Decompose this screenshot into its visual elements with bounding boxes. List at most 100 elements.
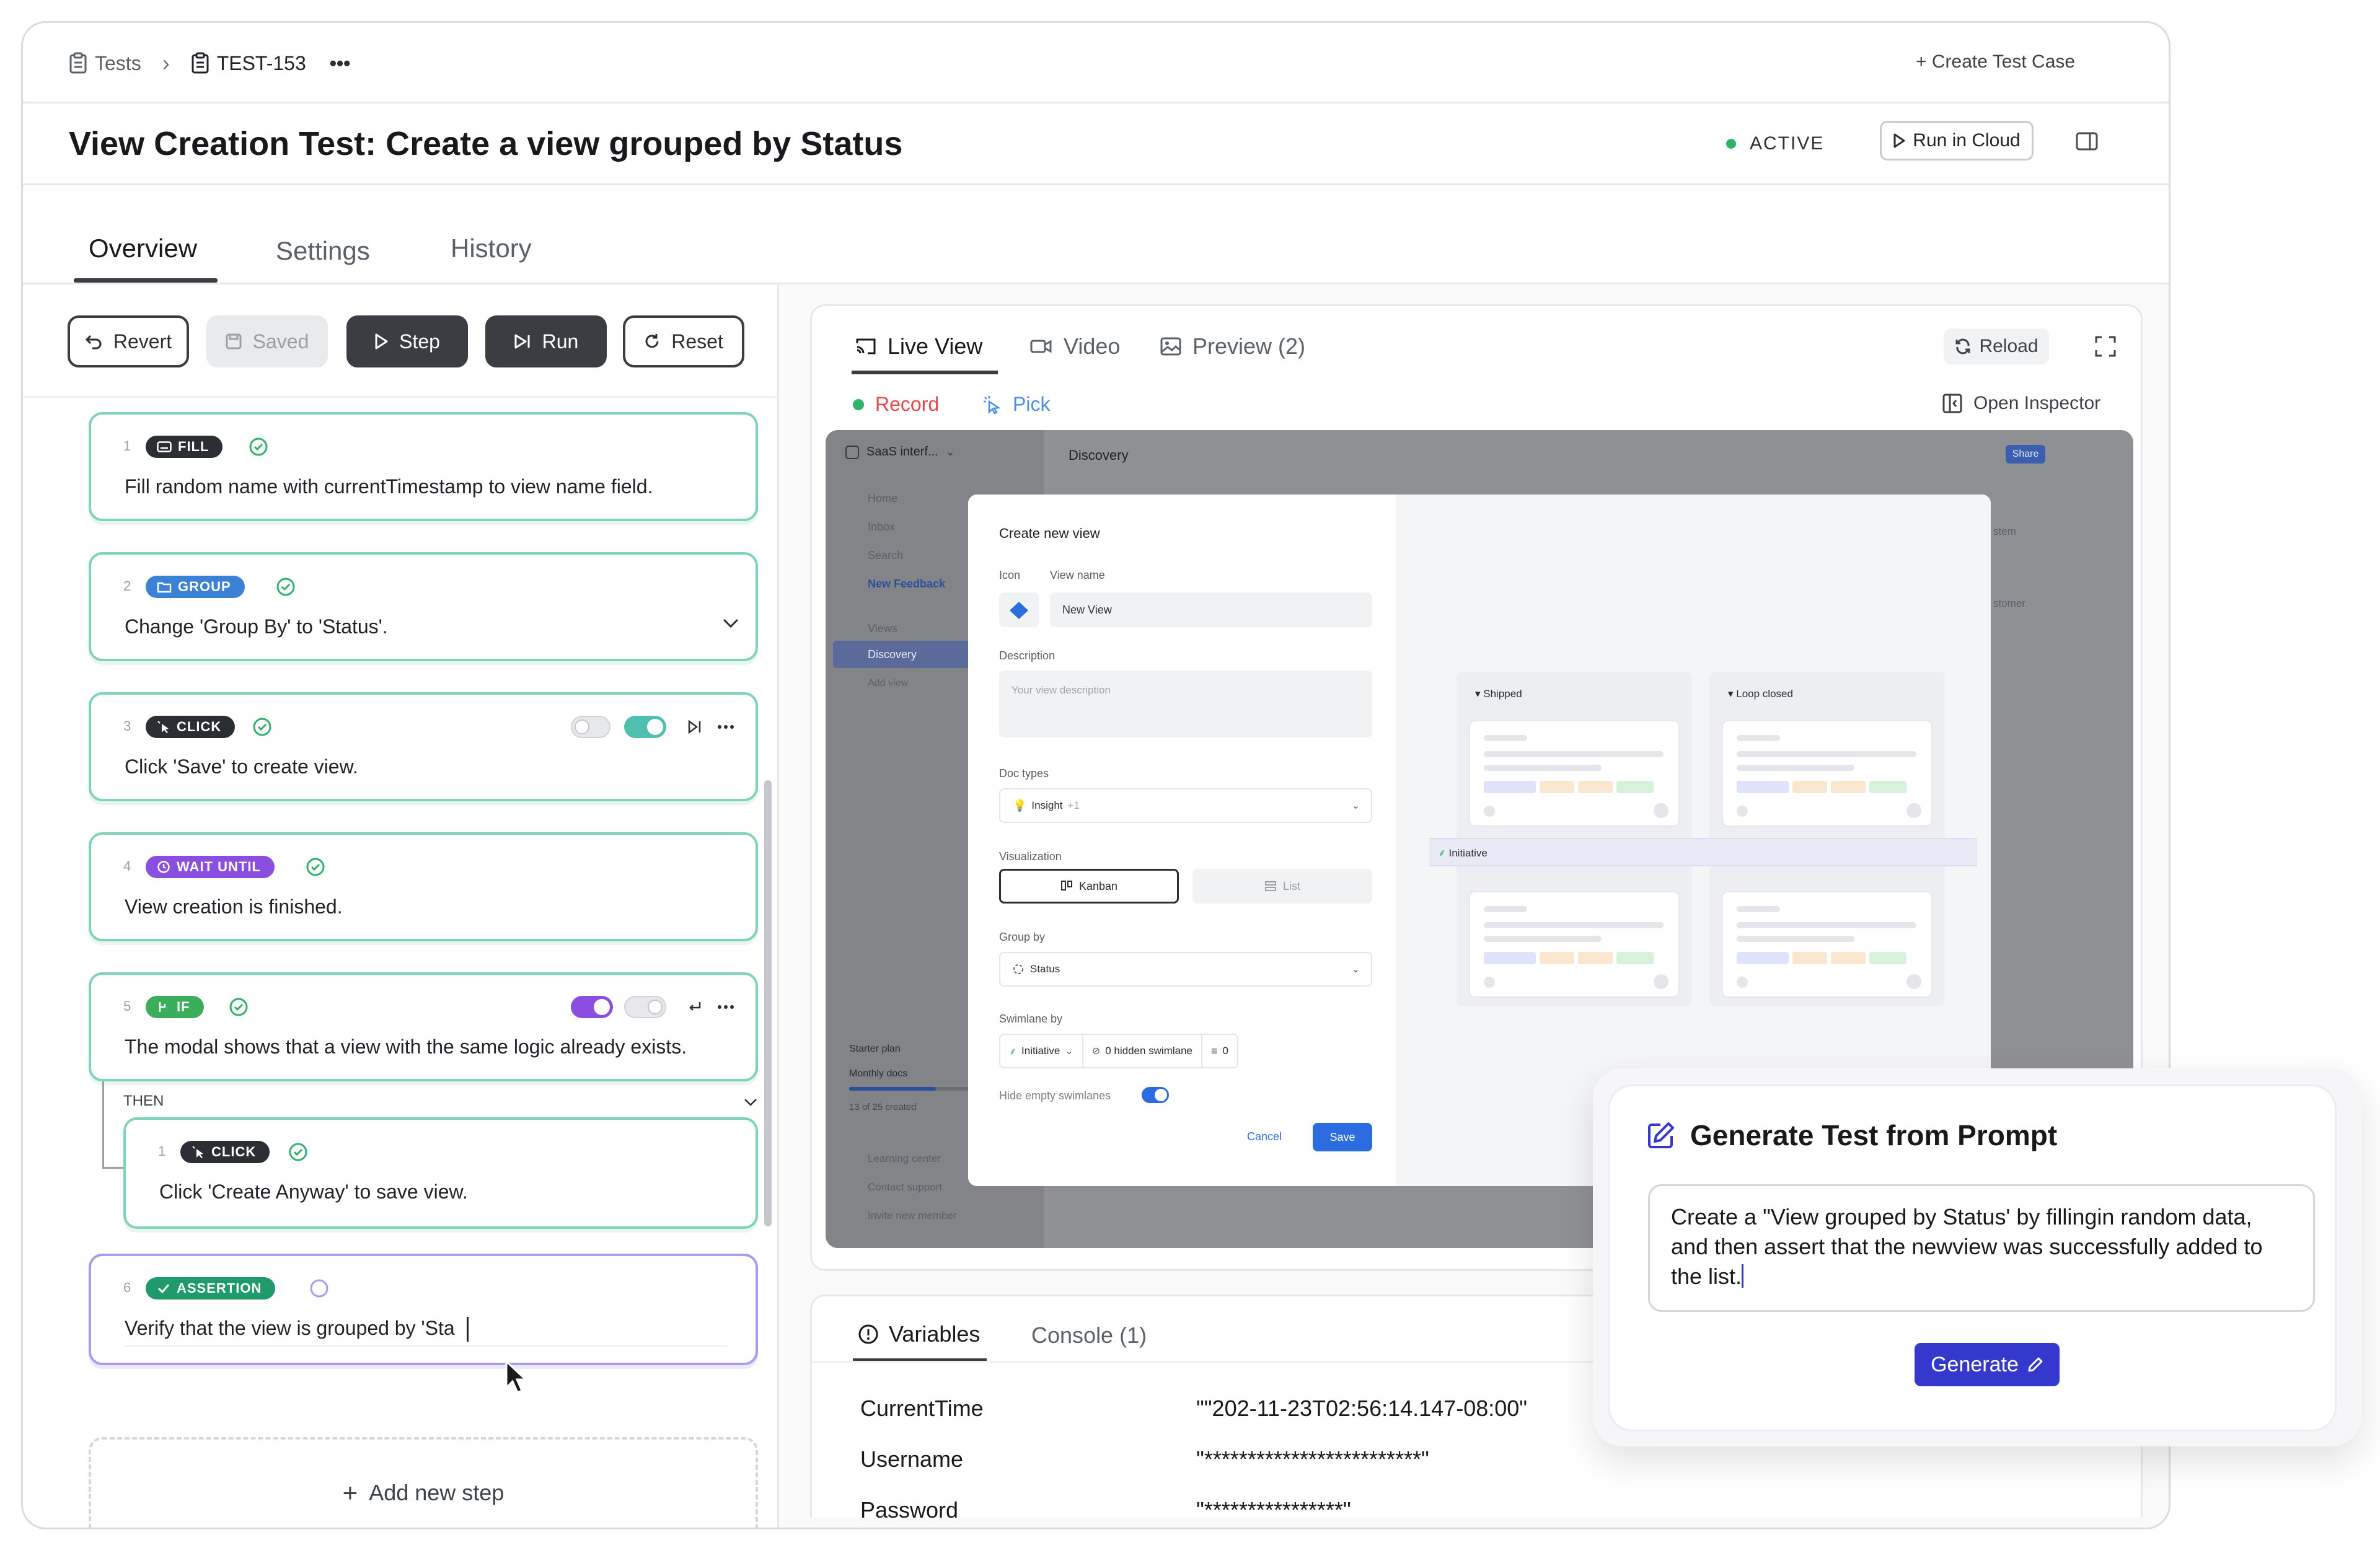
tab-live-view-label: Live View [888,333,983,359]
mock-plan: Starter plan [849,1044,901,1054]
generate-button[interactable]: Generate [1915,1343,2060,1386]
status-label: ACTIVE [1750,133,1825,154]
title-bar: View Creation Test: Create a view groupe… [23,103,2169,185]
mock-nav-new-feedback: New Feedback [868,578,946,590]
step-card[interactable]: 3 CLICK Click 'Save' to create view. [89,692,758,801]
clipboard-icon [69,52,87,74]
breadcrumb-current: TEST-153 [216,51,306,74]
step-card[interactable]: 4 WAIT UNTIL View creation is finished. [89,832,758,941]
check-circle-icon [249,438,268,456]
group-by-select[interactable]: Status ⌄ [999,952,1372,987]
breadcrumb-tests-link[interactable]: Tests [95,52,141,75]
filter-button[interactable]: ≡ 0 [1202,1035,1237,1067]
swimlane-row: ⸙ Initiative [1429,838,1977,866]
open-inspector-button[interactable]: Open Inspector [1942,393,2100,414]
check-icon [157,1284,170,1294]
mock-docs-progress [849,1087,936,1091]
description-input[interactable]: Your view description [999,671,1372,737]
kanban-placeholder-card [1469,891,1680,998]
visualization-label: Visualization [999,850,1062,863]
status-badge: ACTIVE [1726,133,1824,154]
breadcrumb-separator: › [162,50,170,76]
reload-button[interactable]: Reload [1944,328,2049,364]
return-icon[interactable] [687,1000,702,1014]
hidden-swimlane-button[interactable]: ⊘ 0 hidden swimlane [1083,1035,1203,1067]
modal-save-button[interactable]: Save [1313,1123,1372,1151]
prompt-textarea[interactable]: Create a "View grouped by Status' by fil… [1648,1184,2315,1312]
main-tabs: Overview Settings History [23,185,2169,284]
mock-nav-search: Search [868,549,904,561]
kanban-placeholder-card [1722,891,1933,998]
tab-history[interactable]: History [451,234,532,263]
view-name-input[interactable]: New View [1050,592,1372,627]
variable-key: CurrentTime [860,1396,984,1421]
pick-button[interactable]: Pick [983,393,1050,416]
step-button[interactable]: Step [346,315,468,367]
step-number: 3 [123,718,131,734]
variable-value[interactable]: "*************************" [1196,1446,1429,1472]
fullscreen-icon[interactable] [2095,336,2116,357]
group-by-label: Group by [999,931,1046,943]
branch-line [102,1167,126,1169]
list-icon [1264,881,1276,891]
chevron-down-icon[interactable] [722,618,739,629]
mock-views-label: Views [868,622,897,635]
step-card[interactable]: 1 CLICK Click 'Create Anyway' to save vi… [123,1117,758,1229]
pointer-click-icon [192,1146,203,1158]
variable-value[interactable]: ""202-11-23T02:56:14.147-08:00" [1196,1396,1527,1422]
kanban-column-title: ▾ Shipped [1475,688,1522,700]
tab-live-view[interactable]: Live View [855,333,982,359]
play-to-end-icon[interactable] [687,719,702,734]
toggle-panel-icon[interactable] [2076,132,2098,151]
kanban-option[interactable]: Kanban [999,869,1179,904]
hide-empty-toggle[interactable] [1142,1087,1169,1103]
status-dot-icon [1726,139,1736,149]
step-card-editing[interactable]: 6 ASSERTION Verify that the view is grou… [89,1254,758,1365]
step-label: Step [399,330,440,353]
more-icon[interactable] [717,1005,734,1009]
doc-types-select[interactable]: 💡 Insight +1 ⌄ [999,788,1372,823]
tab-video[interactable]: Video [1030,333,1120,359]
step-card[interactable]: 1 FILL Fill random name with currentTime… [89,412,758,521]
step-card[interactable]: 2 GROUP Change 'Group By' to 'Status'. [89,552,758,661]
more-icon[interactable] [717,724,734,729]
reset-button[interactable]: Reset [623,315,744,367]
step-description: View creation is finished. [125,895,343,918]
icon-picker[interactable] [999,592,1039,627]
run-in-cloud-button[interactable]: Run in Cloud [1880,121,2034,161]
tab-overview[interactable]: Overview [89,234,197,263]
toggle-switch[interactable] [624,716,666,738]
tab-variables[interactable]: Variables [858,1321,980,1347]
info-circle-icon [858,1324,878,1344]
revert-label: Revert [113,330,172,353]
steps-scrollbar[interactable] [764,780,772,1226]
kanban-placeholder-card [1469,720,1680,827]
variable-value[interactable]: "****************" [1196,1497,1351,1523]
chevron-down-icon[interactable] [743,1097,758,1107]
step-description: Click 'Save' to create view. [125,755,358,778]
toggle-switch[interactable] [624,996,666,1018]
create-test-case-button[interactable]: + Create Test Case [1916,51,2075,73]
step-type-badge: FILL [146,436,223,458]
list-option[interactable]: List [1192,869,1372,904]
tab-preview[interactable]: Preview (2) [1160,333,1305,359]
toggle-switch[interactable] [571,716,610,738]
mock-page-title: Discovery [1069,447,1129,463]
add-new-step-button[interactable]: + Add new step [89,1437,758,1528]
step-number: 4 [123,858,131,874]
run-button[interactable]: Run [485,315,607,367]
step-card[interactable]: 5 IF The modal shows that a view with th… [89,972,758,1081]
generate-test-panel: Generate Test from Prompt Create a "View… [1608,1084,2337,1431]
tab-console[interactable]: Console (1) [1031,1322,1147,1348]
mock-nav-inbox: Inbox [868,521,896,533]
active-tab-indicator [74,278,218,283]
record-button[interactable]: Record [853,393,939,416]
toggle-switch[interactable] [571,996,613,1018]
step-text-input[interactable]: Verify that the view is grouped by 'Sta [125,1313,727,1347]
more-options-button[interactable]: ••• [330,52,351,75]
swimlane-select[interactable]: ⸙ Initiative ⌄ [1000,1035,1083,1067]
tab-settings[interactable]: Settings [276,236,370,266]
top-bar: Tests › TEST-153 ••• + Create Test Case [23,23,2169,103]
revert-button[interactable]: Revert [68,315,189,367]
modal-cancel-button[interactable]: Cancel [1247,1130,1282,1143]
